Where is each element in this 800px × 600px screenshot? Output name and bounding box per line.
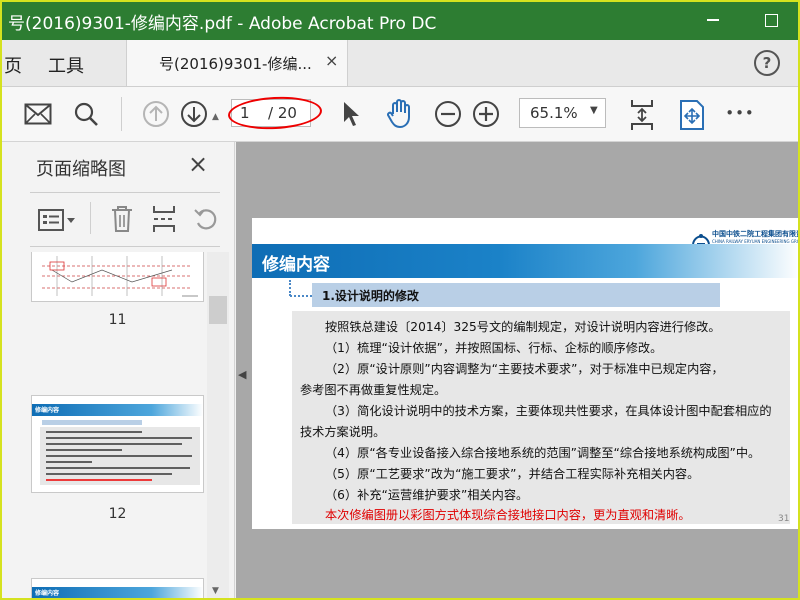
rotate-page-icon[interactable] [190, 202, 222, 236]
content-line: 参考图不再做重复性规定。 [300, 383, 447, 397]
thumbnail-label: 12 [108, 506, 127, 522]
tab-bar: 页 工具 号(2016)9301-修编... × [0, 40, 800, 87]
fit-page-icon[interactable] [624, 95, 660, 135]
maximize-icon [764, 13, 778, 27]
page-thumbnail-12[interactable]: 修编内容 [31, 395, 204, 493]
hand-tool-icon[interactable] [382, 96, 418, 132]
zoom-value: 65.1% [530, 104, 578, 122]
zoom-out-icon[interactable] [432, 98, 464, 130]
separator [121, 97, 122, 131]
divider [30, 192, 220, 193]
divider [30, 246, 220, 247]
page-number: 31 [778, 514, 790, 524]
thumbnail-options-icon[interactable] [36, 204, 78, 236]
thumb-header-bar: 修编内容 [32, 587, 203, 599]
maximize-button[interactable] [748, 0, 794, 40]
page-thumbnail-11[interactable] [31, 252, 204, 302]
previous-page-icon[interactable] [140, 98, 172, 130]
tab-close-icon[interactable]: × [325, 51, 338, 70]
section-title-bar: 1.设计说明的修改 [312, 283, 720, 307]
dotted-connector [289, 280, 291, 296]
search-icon[interactable] [70, 98, 102, 130]
section-title: 1.设计说明的修改 [322, 289, 419, 303]
scrollbar-thumb[interactable] [209, 296, 227, 324]
menu-home[interactable]: 页 [4, 52, 22, 78]
zoom-in-icon[interactable] [470, 98, 502, 130]
content-line: （5）原“工艺要求”改为“施工要求”，并结合工程实际补充相关内容。 [325, 467, 700, 481]
content-line: （6）补充“运营维护要求”相关内容。 [325, 488, 529, 502]
thumb-header-text: 修编内容 [35, 590, 60, 597]
thumbnail-label: 11 [108, 312, 127, 328]
collapse-panel-icon[interactable]: ◀ [238, 368, 246, 381]
email-icon[interactable] [22, 98, 54, 130]
minimize-button[interactable] [690, 0, 736, 40]
document-tab[interactable]: 号(2016)9301-修编... × [126, 40, 348, 86]
content-line: （2）原“设计原则”内容调整为“主要技术要求”，对于标准中已规定内容， [325, 362, 724, 376]
thumb-header-text: 修编内容 [35, 407, 60, 414]
tab-label: 号(2016)9301-修编... [159, 55, 312, 73]
page-header-title: 修编内容 [262, 255, 330, 275]
pdf-page: 中国中铁二院工程集团有限责 CHINA RAILWAY ERYUAN ENGIN… [252, 218, 800, 529]
full-screen-icon[interactable] [674, 95, 710, 135]
dotted-connector [290, 295, 312, 297]
scroll-up-icon[interactable]: ▲ [212, 112, 219, 122]
window-title: 号(2016)9301-修编内容.pdf - Adobe Acrobat Pro… [8, 14, 437, 34]
thumbnail-list: 11 修编内容 12 修编内容 [0, 252, 205, 600]
select-cursor-icon[interactable] [335, 98, 367, 130]
content-line: 技术方案说明。 [300, 425, 386, 439]
extract-page-icon[interactable] [148, 202, 180, 236]
thumb-header-bar: 修编内容 [32, 404, 203, 416]
content-line: （1）梳理“设计依据”，并按照国标、行标、企标的顺序修改。 [325, 341, 663, 355]
title-bar: 号(2016)9301-修编内容.pdf - Adobe Acrobat Pro… [0, 0, 800, 40]
panel-close-icon[interactable]: × [188, 150, 208, 178]
content-line: （3）简化设计说明中的技术方案，主要体现共性要求，在具体设计图中配套相应的 [325, 404, 772, 418]
minimize-icon [707, 19, 719, 21]
panel-title: 页面缩略图 [36, 159, 126, 180]
more-tools-icon[interactable]: ••• [722, 101, 758, 125]
page-thumbnails-panel: 页面缩略图 × 11 修编内容 12 修编内容 [0, 142, 235, 600]
zoom-select[interactable]: 65.1% ▼ [519, 98, 606, 128]
delete-page-icon[interactable] [106, 202, 138, 236]
highlight-note: 本次修编图册以彩图方式体现综合接地接口内容，更为直观和清晰。 [325, 508, 691, 522]
separator [90, 202, 91, 234]
content-line: （4）原“各专业设备接入综合接地系统的范围”调整至“综合接地系统构成图”中。 [325, 446, 761, 460]
help-icon[interactable]: ? [754, 50, 780, 76]
toolbar: ••• [0, 87, 800, 142]
next-page-icon[interactable] [178, 98, 210, 130]
page-header-bar: 修编内容 [252, 244, 800, 278]
page-thumbnail-13[interactable]: 修编内容 [31, 578, 204, 600]
thumbnail-toolbar [0, 198, 235, 242]
content-line: 按照铁总建设〔2014〕325号文的编制规定，对设计说明内容进行修改。 [325, 320, 721, 334]
chevron-down-icon: ▼ [590, 105, 598, 116]
menu-tools[interactable]: 工具 [48, 52, 84, 78]
scroll-down-icon[interactable]: ▼ [212, 586, 219, 596]
